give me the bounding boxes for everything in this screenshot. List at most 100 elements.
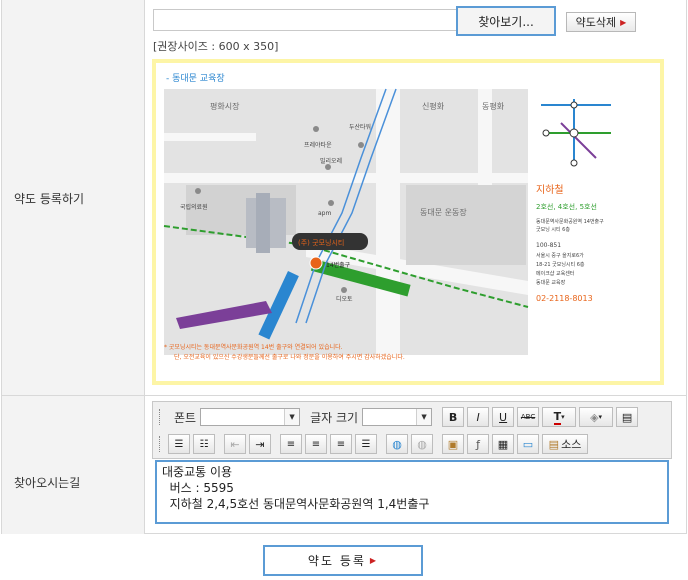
font-size-select[interactable]: ▼ [362,408,433,426]
paint-bucket-icon: ◈ [590,410,599,424]
ordered-list-button[interactable]: ☰ [168,434,190,454]
source-icon: ▤ [548,437,560,451]
paste-text-button[interactable]: ▤ [616,407,639,427]
map-place: 밀리오레 [320,157,342,165]
toolbar-grip [159,436,164,452]
align-right-icon: ≡ [336,438,346,450]
align-left-button[interactable]: ≡ [280,434,302,454]
delete-map-label: 약도삭제 [575,16,617,29]
map-place: 디오토 [336,295,353,303]
phone: 02-2118-8013 [536,294,593,303]
footnote: 단, 오전교육이 있으신 수강생분들께선 출구로 나와 정문을 이용하여 주시면… [174,353,405,361]
preview-icon: ▭ [522,437,534,451]
remove-link-button[interactable]: ◍ [411,434,433,454]
size-hint: [권장사이즈 : 600 x 350] [153,40,279,53]
table-icon: ▦ [497,437,509,451]
chevron-down-icon: ▼ [284,409,300,425]
ordered-list-icon: ☰ [174,438,184,450]
text-color-button[interactable]: T ▾ [542,407,577,427]
font-select[interactable]: ▼ [200,408,301,426]
bold-button[interactable]: B [442,407,465,427]
arrow-right-icon: ▶ [620,17,627,27]
align-left-icon: ≡ [286,438,296,450]
italic-button[interactable]: I [467,407,490,427]
map-place: 신평화 [422,101,445,111]
map-register-label: 약도 등록하기 [14,192,85,206]
map-file-input[interactable] [153,9,458,31]
address-line: 메이크샵 교육센터 [536,270,574,277]
label-cell-map: 약도 등록하기 [2,0,144,395]
toolbar-row-2: ☰ ☷ ⇤ ⇥ ≡ ≡ ≡ ☰ ◍ ◍ ▣ ƒ ▦ ▭ ▤ 소스 [159,432,591,456]
text-color-icon: T [553,409,562,425]
source-button[interactable]: ▤ 소스 [542,434,588,454]
address-line: 18-21 굿모닝시티 6층 [536,261,585,268]
footnote: * 굿모닝시티는 동대문역사문화공원역 14번 출구와 연결되어 있습니다. [164,343,343,351]
preview-button[interactable]: ▭ [517,434,539,454]
unordered-list-button[interactable]: ☷ [193,434,215,454]
highlight-color-button[interactable]: ◈ ▾ [579,407,614,427]
register-map-label: 약도 등록 [307,554,366,568]
bullet-list-icon: ☷ [199,438,209,450]
flash-icon: ƒ [476,437,480,451]
strikethrough-button[interactable]: ABC [517,407,540,427]
align-justify-button[interactable]: ☰ [355,434,377,454]
map-place: 동평화 [482,101,505,111]
map-place: 동대문 운동장 [420,207,467,217]
indent-button[interactable]: ⇥ [249,434,271,454]
map-place: 14번출구 [326,261,351,269]
address-line: 100-851 [536,242,561,249]
editor-line: 버스 : 5595 [162,481,234,495]
outdent-icon: ⇤ [230,437,240,451]
unlink-icon: ◍ [417,437,427,451]
insert-table-button[interactable]: ▦ [492,434,514,454]
indent-icon: ⇥ [255,437,265,451]
insert-link-button[interactable]: ◍ [386,434,408,454]
italic-icon: I [476,410,480,424]
strikethrough-icon: ABC [520,413,536,421]
image-icon: ▣ [447,437,459,451]
map-place: (주) 굿모닝시티 [298,238,344,247]
globe-link-icon: ◍ [392,437,402,451]
label-column-divider [144,0,145,534]
editor-toolbar: 폰트 ▼ 글자 크기 ▼ B I U ABC T ▾ ◈ ▾ ▤ ☰ ☷ ⇤ ⇥ ≡… [152,401,672,459]
map-place: apm [318,210,331,217]
toolbar-grip [159,409,164,425]
subway-lines: 2호선, 4호선, 5호선 [536,202,597,211]
map-title: - 동대문 교육장 [166,73,225,84]
bold-icon: B [448,410,458,424]
chevron-down-icon: ▼ [416,409,432,425]
toolbar-row-1: 폰트 ▼ 글자 크기 ▼ B I U ABC T ▾ ◈ ▾ ▤ [159,405,641,429]
outdent-button[interactable]: ⇤ [224,434,246,454]
underline-button[interactable]: U [492,407,515,427]
editor-line: 대중교통 이용 [162,465,233,479]
station-sub: 굿모닝 시티 6층 [536,226,570,233]
insert-flash-button[interactable]: ƒ [467,434,489,454]
font-label: 폰트 [174,410,197,425]
align-center-icon: ≡ [311,438,321,450]
map-image: - 동대문 교육장 평화시장 신평화 동평화 두산타워 프레야타운 밀리오레 국… [152,59,664,385]
directions-label: 찾아오시는길 [14,476,81,490]
source-label: 소스 [561,438,582,451]
map-place: 평화시장 [210,101,240,111]
underline-icon: U [499,410,508,424]
station-line: 동대문역사문화공원역 14번출구 [536,218,604,225]
directions-editor[interactable]: 대중교통 이용 버스 : 5595 지하철 2,4,5호선 동대문역사문화공원역… [155,460,669,524]
map-place: 국립의료원 [180,203,208,211]
size-label: 글자 크기 [310,410,359,425]
clipboard-icon: ▤ [621,410,633,424]
align-right-button[interactable]: ≡ [330,434,352,454]
insert-image-button[interactable]: ▣ [442,434,464,454]
label-cell-directions: 찾아오시는길 [2,396,144,534]
delete-map-button[interactable]: 약도삭제 ▶ [566,12,636,32]
browse-button[interactable]: 찾아보기... [456,6,556,36]
map-illustration: - 동대문 교육장 평화시장 신평화 동평화 두산타워 프레야타운 밀리오레 국… [156,63,660,381]
address-line: 동대문 교육장 [536,279,566,286]
address-line: 서울시 중구 을지로6가 [536,252,584,259]
subway-title: 지하철 [536,183,564,196]
align-center-button[interactable]: ≡ [305,434,327,454]
register-map-button[interactable]: 약도 등록 ▶ [263,545,423,576]
editor-line: 지하철 2,4,5호선 동대문역사문화공원역 1,4번출구 [162,497,430,511]
arrow-right-icon: ▶ [369,556,379,565]
map-place: 프레야타운 [304,141,332,149]
map-place: 두산타워 [349,123,371,131]
